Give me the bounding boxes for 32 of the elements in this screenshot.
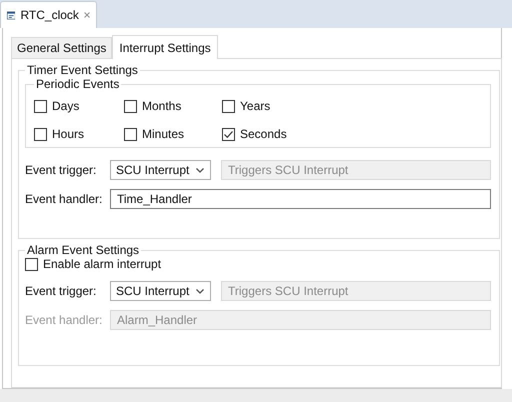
chevron-down-icon	[196, 288, 204, 294]
close-icon[interactable]	[84, 10, 90, 20]
checkbox[interactable]	[222, 128, 235, 140]
field-label: Event handler:	[25, 313, 104, 327]
field-label: Event handler:	[25, 192, 104, 206]
checkbox-label: Enable alarm interrupt	[43, 257, 162, 271]
checkbox[interactable]	[25, 258, 38, 270]
checkbox[interactable]	[34, 100, 47, 112]
group-title: Alarm Event Settings	[26, 243, 140, 257]
checkbox-label: Minutes	[142, 127, 184, 141]
trigger-dropdown[interactable]: SCU Interrupt	[110, 281, 211, 301]
trigger-dropdown[interactable]: SCU Interrupt	[110, 160, 211, 180]
field-label: Event trigger:	[25, 284, 98, 298]
checkbox[interactable]	[124, 128, 137, 140]
form-icon	[7, 8, 16, 22]
handler-field[interactable]: Time_Handler	[110, 189, 491, 209]
checkbox-label: Days	[52, 99, 80, 113]
checkbox[interactable]	[222, 100, 235, 112]
settings-tab[interactable]: Interrupt Settings	[112, 35, 218, 59]
checkbox-label: Seconds	[240, 127, 287, 141]
group-title: Periodic Events	[35, 77, 120, 91]
field-label: Event trigger:	[25, 163, 98, 177]
checkbox-label: Months	[142, 99, 182, 113]
checkbox-label: Years	[240, 99, 270, 113]
checkbox[interactable]	[124, 100, 137, 112]
checkbox[interactable]	[34, 128, 47, 140]
settings-tab[interactable]: General Settings	[11, 37, 112, 58]
editor-tab-title: RTC_clock	[20, 8, 79, 22]
checkbox-label: Hours	[52, 127, 84, 141]
group-title: Timer Event Settings	[26, 63, 139, 77]
editor-tab[interactable]: RTC_clock	[0, 1, 97, 28]
chevron-down-icon	[196, 168, 204, 172]
